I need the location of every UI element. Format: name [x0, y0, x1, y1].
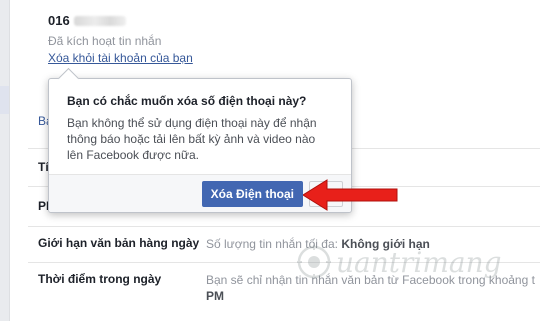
- time-of-day-label: Thời điểm trong ngày: [38, 272, 162, 286]
- time-of-day-strong: PM: [206, 289, 224, 303]
- remove-phone-button[interactable]: Xóa Điện thoại: [201, 181, 303, 207]
- row-divider: [28, 226, 540, 227]
- phone-status: Đã kích hoạt tin nhắn: [48, 34, 162, 48]
- dialog-body: Bạn không thể sử dụng điện thoại này để …: [67, 116, 317, 162]
- phone-entry: 016 Đã kích hoạt tin nhắn Xóa khỏi tài k…: [48, 13, 193, 65]
- daily-limit-strong: Không giới hạn: [341, 237, 430, 251]
- row-divider: [28, 262, 540, 263]
- blurred-digits: [73, 15, 126, 26]
- left-sidebar-strip: [0, 0, 10, 321]
- sidebar-selected-marker: [0, 86, 9, 114]
- daily-limit-label: Giới hạn văn bản hàng ngày: [38, 236, 200, 250]
- remove-phone-link[interactable]: Xóa khỏi tài khoản của bạn: [48, 51, 193, 65]
- red-arrow-icon: [303, 179, 398, 211]
- daily-limit-prefix: Số lượng tin nhắn tối đa:: [206, 237, 338, 251]
- phone-number-prefix: 016: [48, 13, 70, 28]
- daily-limit-value: Số lượng tin nhắn tối đa: Không giới hạn: [206, 236, 430, 252]
- dialog-title: Bạn có chắc muốn xóa số điện thoại này?: [67, 94, 307, 108]
- dialog-caret: [57, 67, 80, 90]
- time-of-day-value: Bạn sẽ chỉ nhận tin nhắn văn bản từ Face…: [206, 272, 540, 306]
- time-of-day-prefix: Bạn sẽ chỉ nhận tin nhắn văn bản từ Face…: [206, 273, 535, 287]
- phone-number: 016: [48, 13, 193, 28]
